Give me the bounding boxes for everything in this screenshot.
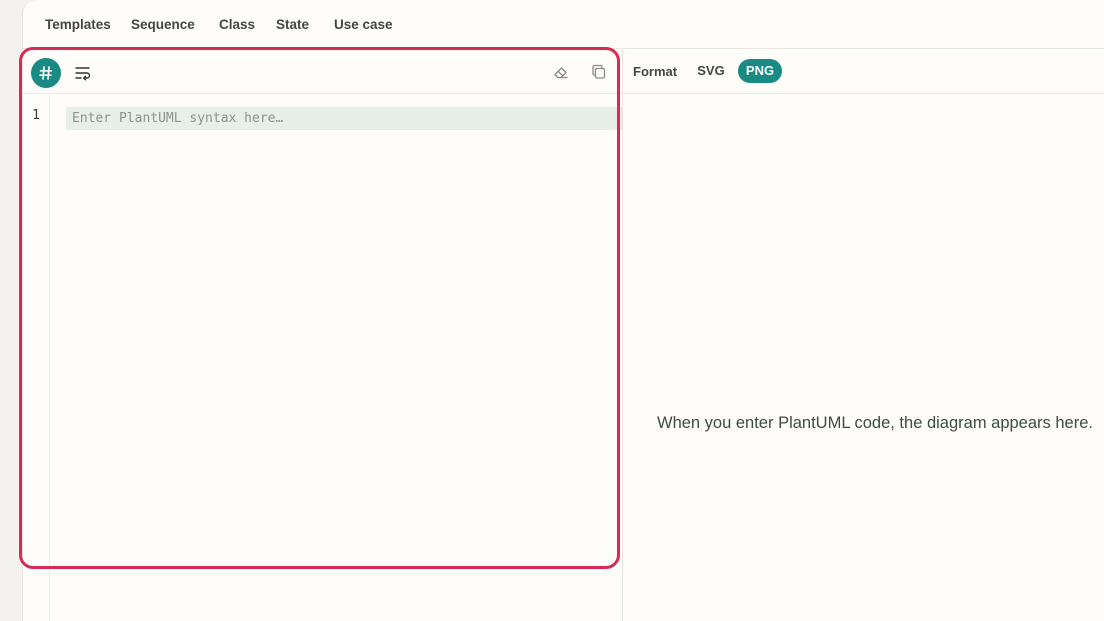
preview-empty-message: When you enter PlantUML code, the diagra…	[657, 414, 1093, 432]
format-svg-option[interactable]: SVG	[689, 59, 733, 83]
format-png-option[interactable]: PNG	[738, 59, 782, 83]
editor-pane: 1	[23, 49, 623, 621]
template-nav: Templates Sequence Class State Use case	[23, 0, 1104, 49]
clear-button[interactable]	[548, 59, 574, 85]
hash-icon	[39, 66, 53, 80]
nav-templates[interactable]: Templates	[45, 17, 111, 32]
preview-toolbar: Format SVG PNG	[623, 49, 1104, 94]
copy-button[interactable]	[586, 59, 612, 85]
nav-sequence[interactable]: Sequence	[131, 17, 195, 32]
line-gutter: 1	[23, 94, 50, 621]
app-window: Templates Sequence Class State Use case	[22, 0, 1104, 621]
eraser-icon	[554, 67, 568, 79]
nav-class[interactable]: Class	[219, 17, 255, 32]
plantuml-code-input[interactable]	[66, 107, 622, 130]
nav-use-case[interactable]: Use case	[334, 17, 393, 32]
hash-button[interactable]	[31, 58, 61, 88]
line-number: 1	[32, 108, 40, 123]
wrap-lines-button[interactable]	[70, 60, 96, 86]
copy-icon	[592, 64, 606, 79]
nav-state[interactable]: State	[276, 17, 309, 32]
wrap-lines-icon	[75, 67, 91, 81]
format-label: Format	[633, 64, 678, 79]
editor-toolbar	[23, 49, 622, 94]
